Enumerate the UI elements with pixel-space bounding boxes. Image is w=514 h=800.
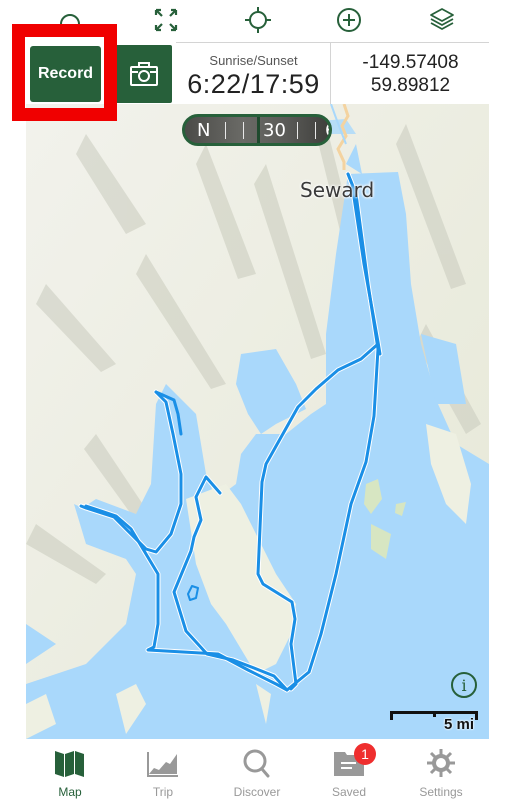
scale-tick bbox=[475, 711, 478, 720]
fullscreen-icon[interactable] bbox=[150, 4, 182, 36]
nav-label-discover: Discover bbox=[233, 785, 281, 799]
nav-tab-settings[interactable]: Settings bbox=[398, 744, 484, 799]
nav-tab-map[interactable]: Map bbox=[27, 744, 113, 799]
longitude-value: -149.57408 bbox=[362, 52, 459, 73]
layers-icon[interactable] bbox=[426, 4, 458, 36]
latitude-value: 59.89812 bbox=[370, 75, 451, 96]
sunrise-sunset-value: 6:22/17:59 bbox=[187, 69, 320, 99]
add-waypoint-icon[interactable] bbox=[333, 4, 365, 36]
compass-tick bbox=[315, 122, 316, 139]
city-label-seward: Seward bbox=[300, 178, 375, 202]
sunrise-sunset-panel: Sunrise/Sunset 6:22/17:59 bbox=[177, 43, 331, 104]
scale-tick bbox=[390, 711, 393, 720]
map-scale-bar: 5 mi bbox=[390, 707, 478, 735]
compass-heading-label: 30 bbox=[263, 120, 286, 141]
nav-label-map: Map bbox=[58, 785, 82, 799]
search-partial-icon[interactable] bbox=[54, 4, 86, 36]
camera-button[interactable] bbox=[115, 45, 172, 103]
top-toolbar bbox=[0, 0, 514, 42]
settings-gear-icon bbox=[427, 749, 455, 777]
bottom-nav: Map Trip Discover 1 Saved Settings bbox=[0, 740, 514, 800]
locate-crosshair-icon[interactable] bbox=[242, 4, 274, 36]
info-bar: Record Sunrise/Sunset 6:22/17:59 -149.57… bbox=[26, 42, 489, 104]
scale-tick bbox=[433, 711, 436, 717]
compass-tick bbox=[297, 122, 298, 139]
scale-label: 5 mi bbox=[443, 716, 474, 733]
compass-north-label: N bbox=[197, 120, 211, 141]
nav-label-settings: Settings bbox=[419, 785, 463, 799]
map-canvas bbox=[26, 104, 489, 739]
nav-tab-discover[interactable]: Discover bbox=[214, 744, 300, 799]
map-icon bbox=[55, 751, 84, 777]
compass-heading-bar[interactable]: N 30 6 bbox=[182, 114, 332, 146]
map-view[interactable]: Seward N 30 6 i 5 mi bbox=[26, 104, 489, 739]
compass-tick bbox=[225, 122, 226, 139]
coordinates-panel[interactable]: -149.57408 59.89812 bbox=[332, 43, 489, 104]
compass-center-indicator bbox=[257, 117, 260, 143]
sunrise-sunset-label: Sunrise/Sunset bbox=[209, 53, 298, 68]
trip-chart-icon bbox=[147, 752, 178, 777]
info-icon[interactable]: i bbox=[451, 672, 477, 698]
discover-search-icon bbox=[243, 749, 270, 778]
camera-icon bbox=[129, 62, 158, 86]
record-button[interactable]: Record bbox=[30, 46, 101, 102]
nav-tab-trip[interactable]: Trip bbox=[120, 744, 206, 799]
saved-badge: 1 bbox=[354, 743, 376, 765]
nav-label-saved: Saved bbox=[331, 785, 367, 799]
nav-label-trip: Trip bbox=[152, 785, 174, 799]
compass-tick bbox=[243, 122, 244, 139]
nav-tab-saved[interactable]: 1 Saved bbox=[306, 743, 392, 799]
